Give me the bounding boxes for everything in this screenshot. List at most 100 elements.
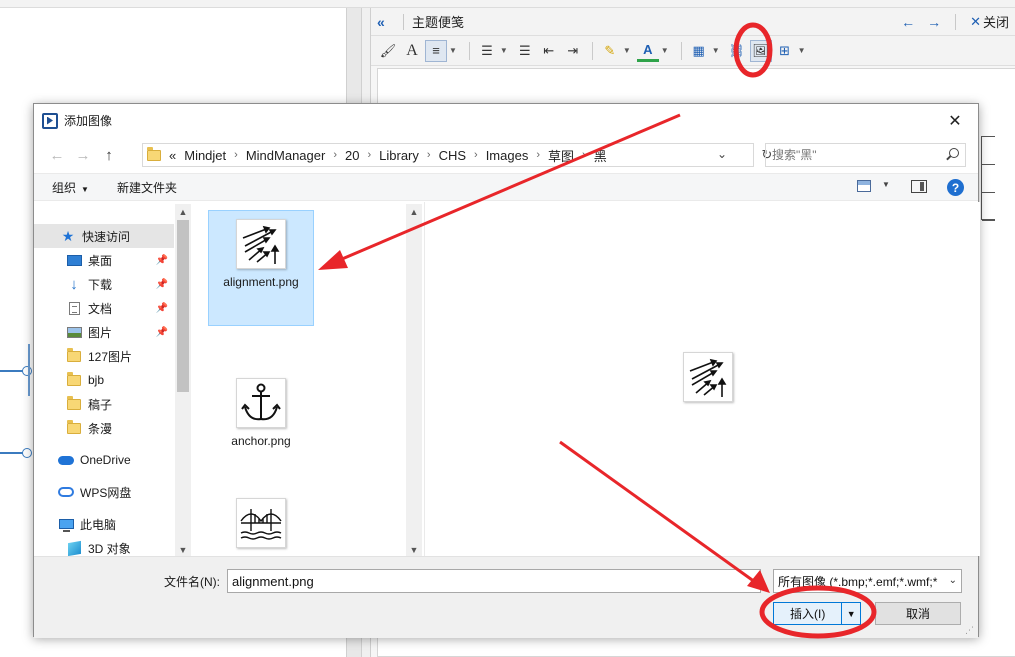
help-icon[interactable]: ?	[947, 179, 964, 196]
breadcrumb-item[interactable]: Library	[379, 148, 419, 163]
filename-input[interactable]	[227, 569, 761, 593]
pin-icon[interactable]: 📌	[156, 279, 168, 290]
breadcrumb-chevron-icon[interactable]: ›	[333, 149, 337, 161]
nav-item-label: WPS网盘	[80, 485, 132, 500]
search-input[interactable]	[766, 145, 936, 165]
nav-item[interactable]: 桌面 📌	[34, 248, 174, 272]
insert-button[interactable]: 插入(I)	[774, 603, 843, 624]
insert-object-dropdown-icon[interactable]: ▼	[798, 46, 806, 55]
nav-item[interactable]: ↓ 下载 📌	[34, 272, 174, 296]
search-box[interactable]	[765, 143, 966, 167]
dialog-close-icon[interactable]: ✕	[940, 111, 970, 131]
mindmap-connector	[28, 344, 30, 396]
breadcrumb-item[interactable]: Mindjet	[184, 148, 226, 163]
breadcrumb-chevron-icon[interactable]: ›	[582, 149, 586, 161]
pin-icon[interactable]: 📌	[156, 255, 168, 266]
insert-dropdown-icon[interactable]: ▼	[842, 603, 860, 624]
address-row: ← → ↑ « Mindjet › MindManager › 20 › Library › C…	[34, 137, 978, 173]
organize-label: 组织	[52, 180, 77, 195]
scroll-up-icon[interactable]: ▲	[175, 204, 191, 220]
search-icon[interactable]	[949, 148, 959, 158]
document-icon	[66, 301, 82, 315]
file-thumbnail	[236, 498, 286, 548]
decrease-indent-icon[interactable]: ⇤	[538, 40, 560, 62]
highlight-dropdown-icon[interactable]: ▼	[623, 46, 631, 55]
view-dropdown-icon[interactable]: ▼	[882, 180, 890, 189]
close-icon[interactable]: ✕	[970, 14, 981, 30]
new-folder-button[interactable]: 新建文件夹	[117, 179, 177, 196]
nav-item[interactable]: 文档 📌	[34, 296, 174, 320]
nav-item[interactable]: 图片 📌	[34, 320, 174, 344]
format-painter-icon[interactable]: 🖌	[377, 40, 399, 62]
bullet-list-icon[interactable]: ☰	[514, 40, 536, 62]
nav-item[interactable]: 条漫	[34, 416, 174, 440]
pictures-icon	[66, 325, 82, 339]
nav-item[interactable]: OneDrive	[34, 448, 174, 472]
mindmap-expand-node[interactable]	[22, 448, 32, 458]
back-arrow-icon[interactable]: ←	[901, 14, 915, 30]
hyperlink-icon[interactable]: ⛓	[726, 40, 748, 62]
mindmap-collapse-node[interactable]	[22, 366, 32, 376]
align-left-icon[interactable]: ≡	[425, 39, 447, 62]
pin-icon[interactable]: 📌	[156, 327, 168, 338]
breadcrumb-chevron-icon[interactable]: ›	[427, 149, 431, 161]
breadcrumb-chevron-icon[interactable]: ›	[367, 149, 371, 161]
scroll-up-icon[interactable]: ▲	[406, 204, 422, 220]
increase-indent-icon[interactable]: ⇥	[562, 40, 584, 62]
pin-icon[interactable]: 📌	[156, 303, 168, 314]
up-arrow-icon[interactable]: ↑	[96, 147, 122, 164]
organize-menu[interactable]: 组织 ▼	[52, 179, 89, 196]
nav-item[interactable]: WPS网盘	[34, 480, 174, 504]
file-item[interactable]: architecture_bri	[208, 490, 314, 556]
view-options-icon[interactable]	[857, 180, 871, 192]
breadcrumb-chevron-icon[interactable]: ›	[474, 149, 478, 161]
breadcrumb-item[interactable]: 草图	[548, 146, 574, 165]
nav-item[interactable]: 127图片	[34, 344, 174, 368]
back-arrow-icon[interactable]: ←	[44, 147, 70, 164]
collapse-panel-icon[interactable]: «	[377, 14, 395, 30]
insert-image-icon[interactable]: 🖼	[749, 39, 772, 62]
breadcrumb-item[interactable]: 20	[345, 148, 359, 163]
address-dropdown-icon[interactable]: ⌄	[717, 147, 727, 161]
file-list-scrollbar[interactable]: ▲ ▼	[406, 204, 422, 558]
nav-item[interactable]: 稿子	[34, 392, 174, 416]
align-dropdown-icon[interactable]: ▼	[449, 46, 457, 55]
breadcrumb-overflow[interactable]: «	[169, 148, 176, 163]
table-icon[interactable]: ▦	[688, 40, 710, 62]
scroll-thumb[interactable]	[177, 220, 189, 392]
breadcrumb-item[interactable]: CHS	[439, 148, 466, 163]
resize-grip-icon[interactable]: ⋰	[965, 625, 975, 635]
nav-item[interactable]: bjb	[34, 368, 174, 392]
nav-item[interactable]: ★ 快速访问	[34, 224, 174, 248]
breadcrumb-item[interactable]: 黑	[594, 146, 607, 165]
highlight-icon[interactable]: ✎	[599, 40, 621, 62]
chevron-down-icon: ⌄	[948, 575, 957, 586]
filetype-select[interactable]: 所有图像 (*.bmp;*.emf;*.wmf;* ⌄	[773, 569, 962, 593]
table-dropdown-icon[interactable]: ▼	[712, 46, 720, 55]
forward-arrow-icon[interactable]: →	[927, 14, 941, 30]
numbered-list-icon[interactable]: ☰	[476, 40, 498, 62]
file-name: alignment.png	[223, 275, 299, 289]
font-icon[interactable]: A	[401, 40, 423, 62]
cancel-button[interactable]: 取消	[875, 602, 961, 625]
dialog-titlebar[interactable]: 添加图像 ✕	[34, 104, 978, 137]
file-item[interactable]: alignment.png	[208, 210, 314, 326]
preview-pane-icon[interactable]	[911, 180, 927, 193]
file-item[interactable]: anchor.png	[208, 370, 314, 450]
insert-object-icon[interactable]: ⊞	[774, 40, 796, 62]
navigation-scrollbar[interactable]: ▲ ▼	[175, 204, 191, 558]
insert-split-button: 插入(I) ▼	[773, 602, 861, 625]
preview-pane	[424, 202, 980, 556]
font-color-dropdown-icon[interactable]: ▼	[661, 46, 669, 55]
numbered-list-dropdown-icon[interactable]: ▼	[500, 46, 508, 55]
breadcrumb-item[interactable]: MindManager	[246, 148, 326, 163]
address-bar[interactable]: « Mindjet › MindManager › 20 › Library › CHS › Ima…	[142, 143, 754, 167]
alignment-arrows-icon	[242, 225, 280, 264]
nav-item[interactable]: 此电脑	[34, 512, 174, 536]
breadcrumb-chevron-icon[interactable]: ›	[234, 149, 238, 161]
forward-arrow-icon[interactable]: →	[70, 147, 96, 164]
close-panel-label[interactable]: 关闭	[983, 12, 1009, 31]
breadcrumb-item[interactable]: Images	[486, 148, 529, 163]
breadcrumb-chevron-icon[interactable]: ›	[536, 149, 540, 161]
font-color-icon[interactable]: A	[636, 40, 659, 62]
